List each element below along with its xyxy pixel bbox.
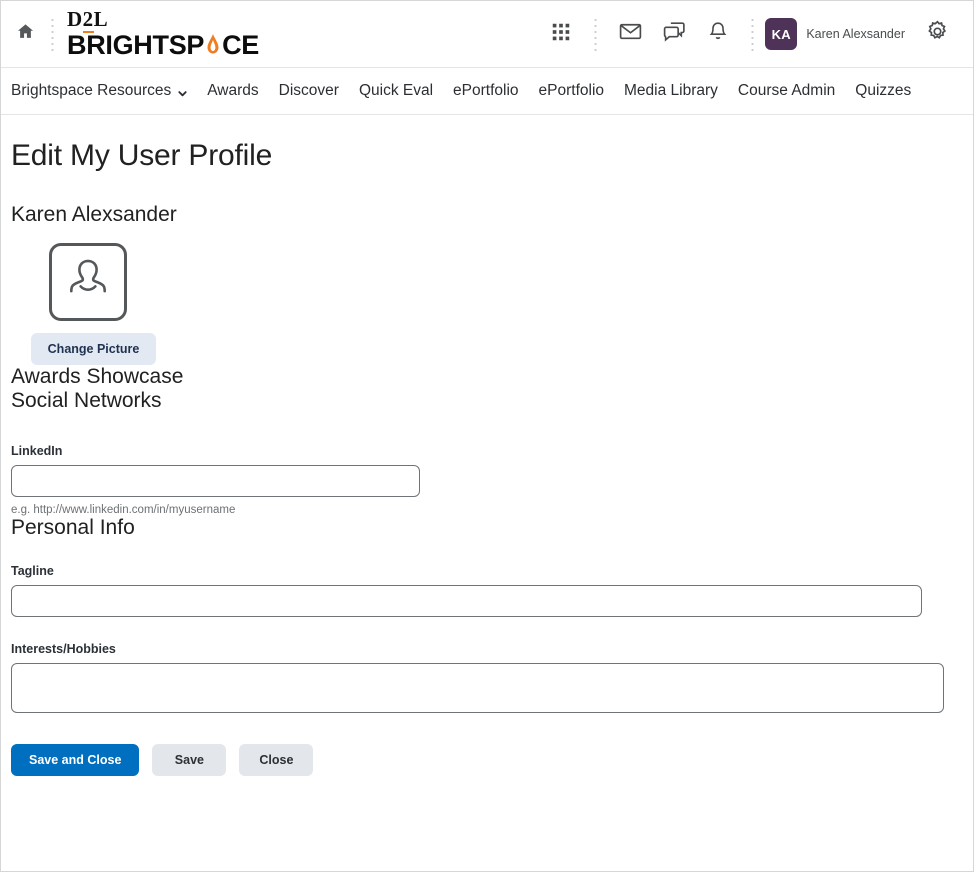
nav-item-media-library[interactable]: Media Library bbox=[614, 78, 728, 104]
person-silhouette-icon bbox=[62, 254, 114, 311]
logo-brightspace: BRIGHTSP CE bbox=[67, 32, 259, 59]
logo-brightspace-pre: BRIGHTSP bbox=[67, 30, 205, 60]
main-navigation: Brightspace Resources Awards Discover Qu… bbox=[1, 68, 973, 115]
interests-field-group: Interests/Hobbies bbox=[11, 642, 963, 713]
linkedin-input[interactable] bbox=[11, 465, 420, 497]
apps-grid-icon bbox=[550, 21, 572, 48]
brightspace-page: D2L BRIGHTSP CE KA Karen Alexsander Brig… bbox=[0, 0, 974, 872]
home-button[interactable] bbox=[10, 19, 40, 49]
nav-item-eportfolio-2[interactable]: ePortfolio bbox=[529, 78, 614, 104]
home-icon bbox=[16, 22, 35, 46]
chevron-down-icon bbox=[177, 86, 187, 97]
brightspace-logo[interactable]: D2L BRIGHTSP CE bbox=[67, 7, 259, 59]
save-button[interactable]: Save bbox=[152, 744, 227, 776]
form-actions: Save and Close Save Close bbox=[11, 744, 963, 776]
update-alerts-button[interactable] bbox=[696, 12, 740, 56]
awards-showcase-heading: Awards Showcase bbox=[11, 365, 184, 388]
logo-brightspace-post: CE bbox=[222, 30, 260, 60]
header-icon-group: KA Karen Alexsander bbox=[539, 12, 959, 56]
interests-label: Interests/Hobbies bbox=[11, 642, 116, 656]
linkedin-field-group: LinkedIn e.g. http://www.linkedin.com/in… bbox=[11, 444, 963, 516]
profile-picture-block: Change Picture bbox=[11, 243, 963, 365]
nav-item-label: ePortfolio bbox=[538, 82, 605, 99]
header-divider-user bbox=[751, 17, 755, 51]
nav-item-course-admin[interactable]: Course Admin bbox=[728, 78, 845, 104]
nav-item-label: ePortfolio bbox=[453, 82, 519, 99]
user-name-label[interactable]: Karen Alexsander bbox=[806, 27, 905, 41]
tagline-input[interactable] bbox=[11, 585, 922, 617]
nav-item-label: Awards bbox=[207, 82, 259, 99]
nav-item-discover[interactable]: Discover bbox=[269, 78, 349, 104]
personal-info-heading: Personal Info bbox=[11, 516, 135, 539]
nav-item-awards[interactable]: Awards bbox=[197, 78, 268, 104]
nav-item-label: Media Library bbox=[624, 82, 718, 99]
main-content: Edit My User Profile Karen Alexsander Ch… bbox=[1, 115, 973, 871]
linkedin-hint: e.g. http://www.linkedin.com/in/myuserna… bbox=[11, 504, 236, 516]
linkedin-label: LinkedIn bbox=[11, 444, 63, 458]
chat-bubble-icon bbox=[662, 19, 687, 49]
header-divider-left bbox=[51, 17, 54, 51]
nav-item-quick-eval[interactable]: Quick Eval bbox=[349, 78, 443, 104]
bell-icon bbox=[706, 20, 730, 49]
change-picture-button[interactable]: Change Picture bbox=[31, 333, 156, 365]
logo-flame-a bbox=[204, 32, 222, 59]
avatar[interactable]: KA bbox=[765, 18, 798, 50]
gear-icon bbox=[925, 19, 950, 49]
social-networks-heading: Social Networks bbox=[11, 389, 162, 412]
apps-grid-button[interactable] bbox=[539, 12, 583, 56]
profile-picture-placeholder bbox=[49, 243, 127, 321]
nav-item-label: Brightspace Resources bbox=[11, 82, 172, 99]
tagline-field-group: Tagline bbox=[11, 564, 963, 617]
logo-d2l-text-tail: L bbox=[93, 7, 109, 31]
tagline-label: Tagline bbox=[11, 564, 54, 578]
interests-textarea[interactable] bbox=[11, 663, 944, 713]
top-header-bar: D2L BRIGHTSP CE KA Karen Alexsander bbox=[1, 1, 973, 68]
nav-item-label: Discover bbox=[278, 82, 339, 99]
close-button[interactable]: Close bbox=[239, 744, 314, 776]
nav-item-label: Quick Eval bbox=[358, 82, 434, 99]
logo-d2l: D2L bbox=[67, 7, 259, 33]
subscription-alerts-button[interactable] bbox=[652, 12, 696, 56]
nav-item-label: Quizzes bbox=[855, 82, 912, 99]
nav-item-label: Course Admin bbox=[737, 82, 836, 99]
nav-item-quizzes[interactable]: Quizzes bbox=[845, 78, 921, 104]
save-and-close-button[interactable]: Save and Close bbox=[11, 744, 140, 776]
envelope-icon bbox=[618, 19, 643, 49]
profile-person-name: Karen Alexsander bbox=[11, 203, 177, 226]
email-button[interactable] bbox=[608, 12, 652, 56]
logo-d2l-text: D bbox=[67, 7, 83, 31]
nav-item-brightspace-resources[interactable]: Brightspace Resources bbox=[11, 78, 197, 104]
page-title: Edit My User Profile bbox=[11, 139, 273, 172]
nav-item-eportfolio-1[interactable]: ePortfolio bbox=[443, 78, 528, 104]
header-divider-icons bbox=[594, 17, 598, 51]
settings-button[interactable] bbox=[915, 12, 959, 56]
